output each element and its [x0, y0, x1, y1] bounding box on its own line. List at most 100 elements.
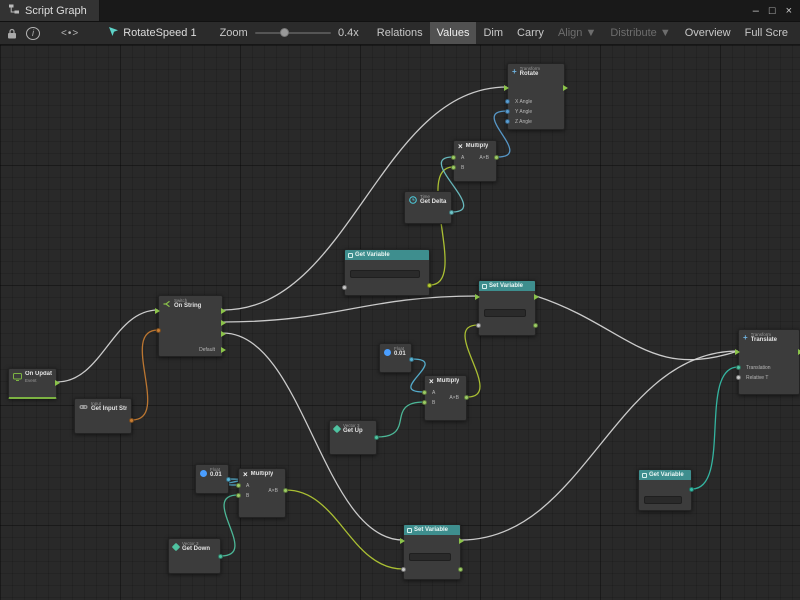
translate-node[interactable]: +TransformTranslateTranslationRelative T: [738, 329, 800, 395]
b-in-port[interactable]: [236, 493, 241, 498]
wire-vector3-down-node-to-multiply-node-3[interactable]: [221, 495, 238, 556]
b-in-port-label: B: [432, 401, 435, 406]
a-in-port[interactable]: [422, 390, 427, 395]
variable-name-field[interactable]: [644, 496, 682, 504]
set-variable-bottom-node[interactable]: Set Variable: [403, 524, 461, 580]
variable-name-field[interactable]: [484, 309, 526, 317]
wire-multiply-node-2-to-set-variable-mid-node[interactable]: [465, 325, 480, 397]
default-out-port[interactable]: [221, 347, 226, 353]
z-angle-in-port-label: Z Angle: [515, 120, 532, 125]
multiply-node-3[interactable]: ×MultiplyABA×B: [238, 468, 286, 518]
rotate-node[interactable]: +TransformRotateX AngleY AngleZ Angle: [507, 63, 565, 130]
variable-name-field[interactable]: [409, 553, 451, 561]
on-update-node[interactable]: On UpdateEvent: [8, 368, 57, 399]
vector3-up-node[interactable]: Vector 3Get Up: [329, 420, 377, 455]
zoom-slider[interactable]: [255, 32, 331, 34]
wire-vector3-up-node-to-multiply-node-2[interactable]: [377, 402, 424, 437]
tab-script-graph[interactable]: Script Graph: [0, 0, 100, 21]
a-in-port[interactable]: [451, 155, 456, 160]
node-title-row: Float0.01: [196, 465, 228, 481]
wire-get-variable-right-node-to-translate-node[interactable]: [692, 367, 738, 489]
relative-in-port-label: Relative T: [746, 376, 768, 381]
wire-multiply-node-3-to-set-variable-bottom-node[interactable]: [286, 490, 403, 569]
branch-1-out-port[interactable]: [221, 308, 226, 314]
result-out-port[interactable]: [464, 395, 469, 400]
a-in-port[interactable]: [236, 483, 241, 488]
value-out-port[interactable]: [458, 567, 463, 572]
translation-in-port[interactable]: [736, 365, 741, 370]
multiply-icon: ×: [243, 471, 248, 479]
get-variable-right-node[interactable]: Get Variable: [638, 469, 692, 511]
set-variable-mid-node[interactable]: Set Variable: [478, 280, 536, 336]
wire-get-variable-top-node-to-multiply-node-1[interactable]: [430, 167, 453, 285]
vector3-down-node[interactable]: Vector 3Get Down: [168, 538, 221, 574]
toolbar-button-overview[interactable]: Overview: [678, 22, 738, 45]
info-icon[interactable]: i: [26, 27, 40, 40]
result-out-port[interactable]: [283, 488, 288, 493]
value-out-port[interactable]: [427, 283, 432, 288]
wire-get-input-string-node-to-switch-node[interactable]: [132, 330, 158, 420]
get-delta-time-node[interactable]: TimeGet Delta Time: [404, 191, 452, 224]
flow-out-port[interactable]: [563, 85, 568, 91]
value-out-port[interactable]: [226, 477, 231, 482]
flow-out-port[interactable]: [534, 294, 539, 300]
wire-switch-node-to-set-variable-mid-node[interactable]: [223, 296, 478, 322]
b-in-port[interactable]: [422, 400, 427, 405]
toolbar-button-carry[interactable]: Carry: [510, 22, 551, 45]
graph-reference[interactable]: RotateSpeed 1: [108, 26, 196, 40]
get-input-string-node[interactable]: InputGet Input Strin: [74, 398, 132, 434]
flow-in-port[interactable]: [400, 538, 405, 544]
switch-node[interactable]: SwitchOn StringDefault: [158, 295, 223, 357]
graph-canvas[interactable]: On UpdateEvent InputGet Input Strin Switch…: [0, 45, 800, 600]
flow-in-port[interactable]: [504, 85, 509, 91]
y-angle-in-port-label: Y Angle: [515, 110, 532, 115]
y-angle-in-port[interactable]: [505, 109, 510, 114]
maximize-icon[interactable]: □: [769, 5, 776, 17]
toolbar-button-relations[interactable]: Relations: [370, 22, 430, 45]
flow-out-port[interactable]: [459, 538, 464, 544]
x-angle-in-port[interactable]: [505, 99, 510, 104]
value-out-port[interactable]: [409, 357, 414, 362]
node-header: Get Variable: [639, 470, 691, 480]
flow-in-port[interactable]: [735, 349, 740, 355]
value-out-port[interactable]: [374, 435, 379, 440]
variable-name-field[interactable]: [350, 270, 420, 278]
toolbar-button-dim[interactable]: Dim: [476, 22, 510, 45]
clock-icon: [409, 196, 417, 204]
lock-icon[interactable]: [5, 25, 19, 41]
float-node-1[interactable]: Float0.01: [379, 343, 412, 373]
result-out-port[interactable]: [494, 155, 499, 160]
float-node-2[interactable]: Float0.01: [195, 464, 229, 494]
code-icon[interactable]: <•>: [61, 28, 79, 39]
value-out-port[interactable]: [449, 210, 454, 215]
wire-set-variable-mid-node-to-translate-node[interactable]: [536, 296, 738, 360]
b-in-port[interactable]: [451, 165, 456, 170]
branch-2-out-port[interactable]: [221, 320, 226, 326]
string-in-port[interactable]: [156, 328, 161, 333]
z-angle-in-port[interactable]: [505, 119, 510, 124]
object-in-port[interactable]: [342, 285, 347, 290]
relative-in-port[interactable]: [736, 375, 741, 380]
minimize-icon[interactable]: –: [753, 5, 759, 17]
multiply-node-2[interactable]: ×MultiplyABA×B: [424, 375, 467, 421]
wire-set-variable-bottom-node-to-translate-node[interactable]: [461, 351, 738, 540]
toolbar-button-values[interactable]: Values: [430, 22, 477, 45]
value-in-port[interactable]: [401, 567, 406, 572]
zoom-slider-thumb[interactable]: [280, 28, 289, 37]
flow-out-port[interactable]: [55, 380, 60, 386]
toolbar-button-full-scre[interactable]: Full Scre: [738, 22, 795, 45]
branch-3-out-port[interactable]: [221, 331, 226, 337]
value-out-port[interactable]: [533, 323, 538, 328]
flow-in-port[interactable]: [155, 308, 160, 314]
x-angle-in-port-label: X Angle: [515, 100, 532, 105]
value-out-port[interactable]: [129, 418, 134, 423]
close-icon[interactable]: ×: [786, 5, 792, 17]
get-variable-top-node[interactable]: Get Variable: [344, 249, 430, 296]
value-out-port[interactable]: [689, 487, 694, 492]
value-out-port[interactable]: [218, 554, 223, 559]
multiply-node-1[interactable]: ×MultiplyABA×B: [453, 140, 497, 182]
node-subtitle: Event: [25, 378, 52, 383]
flow-in-port[interactable]: [475, 294, 480, 300]
wire-float-node-1-to-multiply-node-2[interactable]: [411, 359, 425, 392]
value-in-port[interactable]: [476, 323, 481, 328]
